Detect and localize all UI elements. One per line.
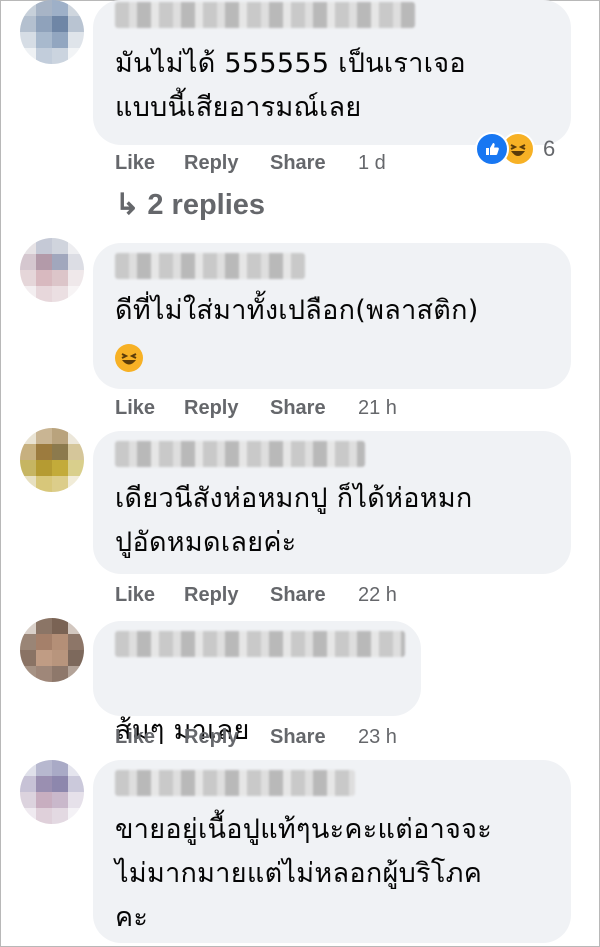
comment-actions: Like Reply Share 1 d: [115, 152, 386, 175]
commenter-name-blurred[interactable]: [115, 770, 355, 796]
comment-actions: Like Reply Share 23 h: [115, 726, 397, 749]
share-button[interactable]: Share: [270, 726, 358, 749]
avatar[interactable]: [20, 428, 84, 492]
timestamp[interactable]: 22 h: [358, 584, 397, 607]
reply-button[interactable]: Reply: [184, 726, 270, 749]
comment-bubble: ขายอยู่เนื้อปูแท้ๆนะคะแต่อาจจะ ไม่มากมาย…: [93, 760, 571, 943]
avatar[interactable]: [20, 618, 84, 682]
comment-text: ดีที่ไม่ใส่มาทั้งเปลือก(พลาสติก): [115, 295, 479, 326]
comment-text: เดียวนีสังห่อหมกปู ก็ได้ห่อหมก ปูอัดหมดเ…: [115, 483, 473, 558]
like-button[interactable]: Like: [115, 726, 184, 749]
comment-bubble: ส้มๆ มาเลย: [93, 621, 421, 826]
commenter-name-blurred[interactable]: [115, 631, 405, 657]
avatar[interactable]: [20, 0, 84, 64]
commenter-name-blurred[interactable]: [115, 441, 365, 467]
comment-bubble: มันไม่ได้ 555555 เป็นเราเจอ แบบนี้เสียอา…: [93, 0, 571, 145]
view-replies-link[interactable]: ↳ 2 replies: [115, 187, 265, 222]
comment-text: ขายอยู่เนื้อปูแท้ๆนะคะแต่อาจจะ ไม่มากมาย…: [115, 814, 493, 933]
timestamp[interactable]: 23 h: [358, 726, 397, 749]
share-button[interactable]: Share: [270, 397, 358, 420]
avatar[interactable]: [20, 238, 84, 302]
like-button[interactable]: Like: [115, 584, 184, 607]
reaction-summary[interactable]: 6: [475, 132, 555, 166]
timestamp[interactable]: 1 d: [358, 152, 386, 175]
reply-button[interactable]: Reply: [184, 152, 270, 175]
timestamp[interactable]: 21 h: [358, 397, 397, 420]
reaction-count: 6: [543, 136, 556, 161]
like-icon: [475, 132, 509, 166]
comment-bubble: ดีที่ไม่ใส่มาทั้งเปลือก(พลาสติก): [93, 243, 571, 389]
reply-button[interactable]: Reply: [184, 397, 270, 420]
comment-text: มันไม่ได้ 555555 เป็นเราเจอ แบบนี้เสียอา…: [115, 48, 466, 123]
comment-bubble: เดียวนีสังห่อหมกปู ก็ได้ห่อหมก ปูอัดหมดเ…: [93, 431, 571, 574]
comment-actions: Like Reply Share 21 h: [115, 397, 397, 420]
commenter-name-blurred[interactable]: [115, 2, 415, 28]
comment-actions: Like Reply Share 22 h: [115, 584, 397, 607]
laughing-emoji-icon: [115, 344, 143, 372]
commenter-name-blurred[interactable]: [115, 253, 305, 279]
share-button[interactable]: Share: [270, 584, 358, 607]
reply-button[interactable]: Reply: [184, 584, 270, 607]
share-button[interactable]: Share: [270, 152, 358, 175]
like-button[interactable]: Like: [115, 152, 184, 175]
avatar[interactable]: [20, 760, 84, 824]
like-button[interactable]: Like: [115, 397, 184, 420]
